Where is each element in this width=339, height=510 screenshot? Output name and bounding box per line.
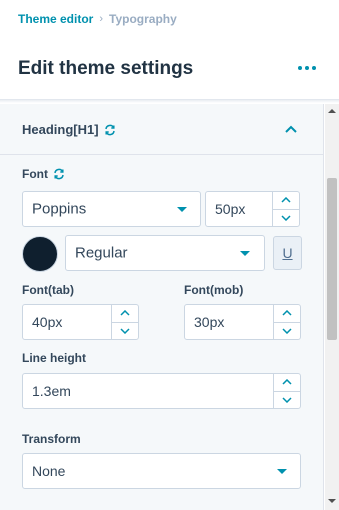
chevron-down-icon bbox=[281, 215, 291, 221]
chevron-up-icon bbox=[120, 310, 130, 316]
breadcrumb-link-theme-editor[interactable]: Theme editor bbox=[18, 12, 93, 26]
line-height-stepper bbox=[273, 374, 300, 408]
font-mob-input[interactable]: 30px bbox=[184, 304, 301, 340]
font-mob-decrement-button[interactable] bbox=[274, 321, 300, 340]
font-color-swatch[interactable] bbox=[22, 236, 58, 272]
chevron-down-icon bbox=[282, 397, 292, 403]
font-tab-decrement-button[interactable] bbox=[112, 321, 138, 340]
breadcrumb: Theme editor › Typography bbox=[18, 12, 177, 26]
page-title: Edit theme settings bbox=[18, 58, 194, 79]
section-title: Heading[H1] bbox=[22, 122, 116, 137]
font-mob-value: 30px bbox=[194, 314, 225, 330]
font-size-decrement-button[interactable] bbox=[273, 208, 299, 227]
chevron-up-icon bbox=[282, 379, 292, 385]
line-height-increment-button[interactable] bbox=[274, 374, 300, 391]
scroll-down-arrow-icon[interactable] bbox=[327, 496, 337, 506]
transform-caret-icon bbox=[277, 469, 287, 474]
more-dot-icon bbox=[312, 66, 316, 70]
font-family-caret-icon bbox=[177, 207, 187, 212]
font-weight-caret-icon bbox=[240, 251, 250, 256]
breadcrumb-separator-icon: › bbox=[99, 13, 104, 25]
transform-select[interactable]: None bbox=[22, 453, 301, 489]
line-height-input[interactable]: 1.3em bbox=[22, 373, 301, 409]
font-tab-value: 40px bbox=[32, 314, 63, 330]
font-tab-label: Font(tab) bbox=[22, 283, 74, 297]
font-size-value: 50px bbox=[215, 201, 246, 217]
line-height-label: Line height bbox=[22, 351, 86, 365]
font-tab-input[interactable]: 40px bbox=[22, 304, 139, 340]
more-dot-icon bbox=[298, 66, 302, 70]
collapse-chevron-up-icon[interactable] bbox=[280, 118, 302, 140]
scrollbar-thumb[interactable] bbox=[327, 178, 337, 340]
underline-toggle-button[interactable]: U bbox=[273, 236, 302, 270]
transform-label: Transform bbox=[22, 432, 81, 446]
more-dot-icon bbox=[305, 66, 309, 70]
font-mob-stepper bbox=[273, 305, 300, 339]
line-height-value: 1.3em bbox=[32, 383, 71, 399]
chevron-down-icon bbox=[120, 328, 130, 334]
font-size-stepper bbox=[272, 192, 299, 226]
font-tab-increment-button[interactable] bbox=[112, 305, 138, 322]
font-tab-stepper bbox=[111, 305, 138, 339]
line-height-decrement-button[interactable] bbox=[274, 390, 300, 409]
font-family-select[interactable]: Poppins bbox=[22, 191, 201, 227]
font-size-increment-button[interactable] bbox=[273, 192, 299, 209]
font-mob-label: Font(mob) bbox=[184, 283, 244, 297]
chevron-down-icon bbox=[282, 328, 292, 334]
panel-right-border bbox=[323, 104, 324, 510]
more-options-button[interactable] bbox=[294, 56, 320, 80]
font-mob-increment-button[interactable] bbox=[274, 305, 300, 322]
font-family-value: Poppins bbox=[32, 200, 87, 218]
scroll-up-arrow-icon[interactable] bbox=[327, 106, 337, 116]
breadcrumb-current: Typography bbox=[109, 12, 177, 26]
chevron-up-icon bbox=[281, 197, 291, 203]
transform-value: None bbox=[32, 463, 66, 479]
font-sync-icon[interactable] bbox=[53, 168, 65, 180]
font-label-text: Font bbox=[22, 167, 48, 181]
font-label: Font bbox=[22, 167, 65, 181]
font-weight-select[interactable]: Regular bbox=[65, 235, 265, 271]
section-header-heading-h1[interactable]: Heading[H1] bbox=[0, 104, 324, 155]
font-weight-value: Regular bbox=[75, 244, 128, 262]
chevron-up-icon bbox=[282, 310, 292, 316]
sync-icon[interactable] bbox=[104, 124, 116, 136]
font-size-input[interactable]: 50px bbox=[205, 191, 300, 227]
section-title-text: Heading[H1] bbox=[22, 122, 99, 137]
header-shadow bbox=[0, 99, 339, 103]
